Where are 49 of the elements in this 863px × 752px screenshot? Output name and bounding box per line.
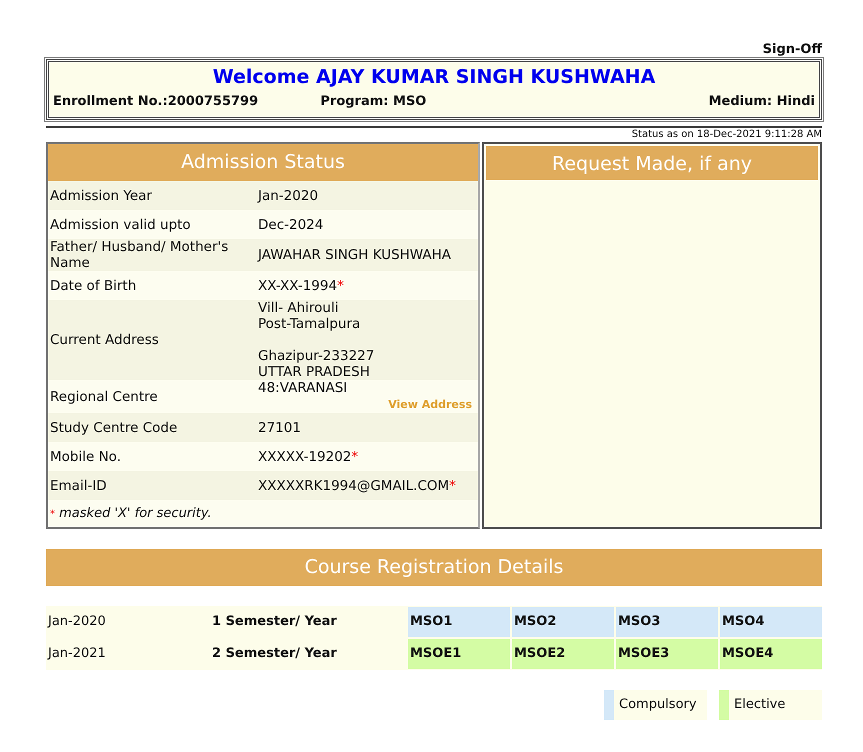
masked-asterisk: * — [337, 278, 344, 294]
field-value: 48:VARANASI — [258, 380, 348, 396]
course-code-cell: MSOE2 — [512, 639, 614, 669]
sign-off-link[interactable]: Sign-Off — [762, 42, 822, 57]
field-value: UTTAR PRADESH — [258, 364, 370, 380]
field-value: Jan-2020 — [258, 188, 318, 204]
field-value: XXXXXRK1994@GMAIL.COM — [258, 478, 450, 494]
program-label: Program: MSO — [320, 94, 426, 109]
masked-asterisk: * — [449, 478, 456, 494]
session-cell-text: Jan-2021 — [46, 645, 107, 663]
field-label: Study Centre Code — [49, 420, 178, 436]
course-code-cell: MSO3 — [616, 607, 718, 637]
field-value: Vill- Ahirouli — [258, 300, 338, 316]
field-label: Admission valid upto — [49, 216, 192, 232]
course-code-cell: MSO1 — [408, 607, 510, 637]
course-code-cell: MSOE1 — [408, 639, 510, 669]
field-value: Post-Tamalpura — [258, 316, 360, 332]
semester-cell-text: 1 Semester/ Year — [212, 613, 338, 631]
field-value: XXXXX-19202 — [258, 448, 352, 464]
field-label: Regional Centre — [49, 388, 159, 404]
course-registration-title: Course Registration Details — [46, 549, 822, 586]
course-code-cell: MSO2 — [512, 607, 614, 637]
field-label: Admission Year — [49, 188, 153, 204]
status-timestamp: Status as on 18-Dec-2021 9:11:28 AM — [46, 126, 822, 140]
field-value: JAWAHAR SINGH KUSHWAHA — [258, 247, 452, 263]
masked-note: masked 'X' for security. — [59, 506, 212, 521]
session-cell-text: Jan-2020 — [46, 613, 107, 631]
field-value: XX-XX-1994 — [258, 278, 338, 294]
welcome-title: Welcome AJAY KUMAR SINGH KUSHWAHA — [212, 66, 656, 88]
request-title: Request Made, if any — [486, 146, 818, 180]
field-label: Date of Birth — [49, 278, 138, 294]
course-code-cell: MSOE4 — [720, 639, 822, 669]
masked-asterisk: * — [351, 448, 358, 464]
field-value: Dec-2024 — [258, 216, 324, 232]
field-label: Current Address — [49, 332, 160, 348]
course-code-cell: MSO4 — [720, 607, 822, 637]
medium-label: Medium: Hindi — [708, 94, 815, 109]
field-label: Email-ID — [49, 478, 108, 494]
course-code-cell: MSOE3 — [616, 639, 718, 669]
field-value: 27101 — [258, 420, 301, 436]
field-label: Father/ Husband/ Mother's Name — [49, 239, 230, 271]
field-label: Mobile No. — [49, 448, 122, 464]
legend-label: Compulsory — [618, 696, 698, 714]
enrollment-number: Enrollment No.:2000755799 — [53, 94, 258, 109]
semester-cell-text: 2 Semester/ Year — [212, 645, 338, 663]
legend-label: Elective — [733, 696, 786, 714]
note-asterisk: * — [50, 509, 55, 520]
admission-status-title: Admission Status — [48, 144, 478, 181]
field-value: Ghazipur-233227 — [258, 348, 374, 364]
